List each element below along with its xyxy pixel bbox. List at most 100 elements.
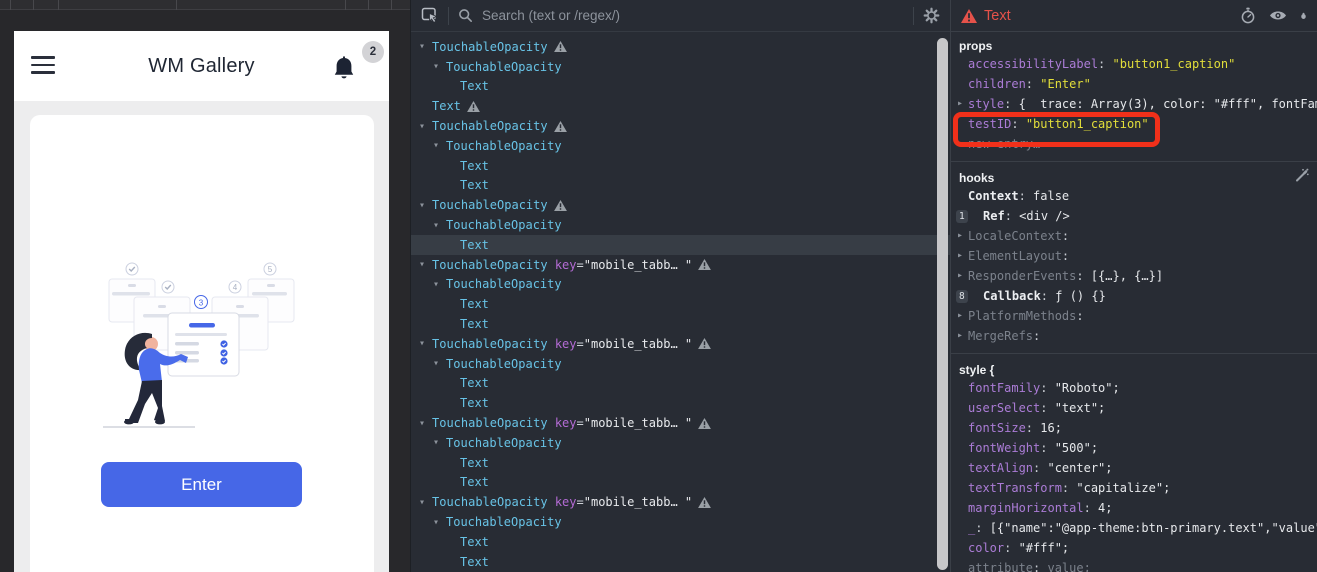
- hook-row[interactable]: Context: false: [951, 186, 1317, 206]
- prop-row[interactable]: testID: "button1_caption": [951, 114, 1317, 134]
- tree-row[interactable]: Text: [411, 96, 950, 116]
- profiler-timer-icon[interactable]: [1240, 7, 1256, 24]
- style-row[interactable]: marginHorizontal: 4;: [951, 498, 1317, 518]
- style-value[interactable]: "text";: [1055, 401, 1106, 415]
- tree-row[interactable]: Text: [411, 453, 950, 473]
- style-row[interactable]: userSelect: "text";: [951, 398, 1317, 418]
- style-value[interactable]: "500";: [1055, 441, 1098, 455]
- tree-row[interactable]: ▾TouchableOpacity: [411, 512, 950, 532]
- hook-row[interactable]: ▸ElementLayout:: [951, 246, 1317, 266]
- prop-key[interactable]: new entry…: [968, 137, 1040, 151]
- tree-row[interactable]: Text: [411, 294, 950, 314]
- expand-caret-icon[interactable]: ▾: [419, 259, 432, 270]
- expand-caret-icon[interactable]: ▾: [419, 418, 432, 429]
- expand-caret-icon[interactable]: ▾: [419, 41, 432, 52]
- prop-key[interactable]: accessibilityLabel: [968, 57, 1098, 71]
- tree-row[interactable]: ▾TouchableOpacity: [411, 37, 950, 57]
- style-key[interactable]: attribute: [968, 561, 1033, 572]
- collapse-caret-icon[interactable]: ▸: [957, 266, 963, 286]
- hook-value[interactable]: false: [1033, 189, 1069, 203]
- expand-caret-icon[interactable]: ▾: [433, 437, 446, 448]
- tree-row[interactable]: Text: [411, 77, 950, 97]
- tree-row[interactable]: Text: [411, 552, 950, 572]
- tree-row[interactable]: ▾TouchableOpacity: [411, 354, 950, 374]
- hook-value[interactable]: <div />: [1019, 209, 1070, 223]
- style-value[interactable]: "#fff";: [1019, 541, 1070, 555]
- tree-row[interactable]: ▾TouchableOpacity: [411, 136, 950, 156]
- hook-name[interactable]: Context: [968, 189, 1019, 203]
- expand-caret-icon[interactable]: ▾: [433, 61, 446, 72]
- style-key[interactable]: userSelect: [968, 401, 1040, 415]
- tree-row[interactable]: ▾TouchableOpacity: [411, 57, 950, 77]
- style-value[interactable]: "center";: [1047, 461, 1112, 475]
- hook-row[interactable]: ▸MergeRefs:: [951, 326, 1317, 346]
- expand-caret-icon[interactable]: ▾: [433, 220, 446, 231]
- hook-name[interactable]: Ref: [983, 209, 1005, 223]
- tree-row[interactable]: ▾TouchableOpacity key="mobile_tabb… ": [411, 413, 950, 433]
- style-value[interactable]: "capitalize";: [1076, 481, 1170, 495]
- prop-key[interactable]: testID: [968, 117, 1011, 131]
- style-row[interactable]: fontWeight: "500";: [951, 438, 1317, 458]
- collapse-caret-icon[interactable]: ▸: [957, 326, 963, 346]
- prop-row[interactable]: children: "Enter": [951, 74, 1317, 94]
- expand-caret-icon[interactable]: ▾: [433, 517, 446, 528]
- style-value[interactable]: value;: [1047, 561, 1090, 572]
- style-value[interactable]: "Roboto";: [1055, 381, 1120, 395]
- style-key[interactable]: color: [968, 541, 1004, 555]
- debug-bug-icon[interactable]: [1300, 9, 1307, 23]
- search-input[interactable]: Search (text or /regex/): [482, 8, 904, 23]
- settings-gear-icon[interactable]: [923, 7, 940, 24]
- style-row[interactable]: textAlign: "center";: [951, 458, 1317, 478]
- expand-caret-icon[interactable]: ▾: [419, 338, 432, 349]
- tree-row[interactable]: ▾TouchableOpacity: [411, 195, 950, 215]
- tree-row[interactable]: Text: [411, 176, 950, 196]
- style-value[interactable]: 16;: [1040, 421, 1062, 435]
- tree-row[interactable]: Text: [411, 393, 950, 413]
- tree-row[interactable]: ▾TouchableOpacity: [411, 116, 950, 136]
- prop-key[interactable]: children: [968, 77, 1026, 91]
- hook-row[interactable]: 1Ref: <div />: [951, 206, 1317, 226]
- hook-name[interactable]: LocaleContext: [968, 229, 1062, 243]
- tree-row[interactable]: ▾TouchableOpacity key="mobile_tabb… ": [411, 334, 950, 354]
- hook-row[interactable]: ▸ResponderEvents: [{…}, {…}]: [951, 266, 1317, 286]
- style-key[interactable]: fontFamily: [968, 381, 1040, 395]
- style-key[interactable]: textAlign: [968, 461, 1033, 475]
- tree-row[interactable]: ▾TouchableOpacity key="mobile_tabb… ": [411, 492, 950, 512]
- tree-row[interactable]: Text: [411, 473, 950, 493]
- style-value[interactable]: 4;: [1098, 501, 1112, 515]
- prop-row[interactable]: ▸style: { trace: Array(3), color: "#fff"…: [951, 94, 1317, 114]
- expand-caret-icon[interactable]: ▾: [419, 121, 432, 132]
- hook-name[interactable]: ElementLayout: [968, 249, 1062, 263]
- style-row[interactable]: _: [{"name":"@app-theme:btn-primary.text…: [951, 518, 1317, 538]
- style-row[interactable]: fontSize: 16;: [951, 418, 1317, 438]
- expand-caret-icon[interactable]: ▾: [433, 358, 446, 369]
- tree-row[interactable]: ▾TouchableOpacity: [411, 275, 950, 295]
- style-row[interactable]: fontFamily: "Roboto";: [951, 378, 1317, 398]
- prop-row[interactable]: new entry…: [951, 134, 1317, 154]
- expand-caret-icon[interactable]: ▾: [419, 497, 432, 508]
- collapse-caret-icon[interactable]: ▸: [957, 306, 963, 326]
- menu-icon[interactable]: [31, 56, 55, 76]
- style-value[interactable]: [{"name":"@app-theme:btn-primary.text","…: [990, 521, 1317, 535]
- enter-button[interactable]: Enter: [101, 462, 302, 507]
- hook-value[interactable]: ƒ () {}: [1055, 289, 1106, 303]
- style-row[interactable]: textTransform: "capitalize";: [951, 478, 1317, 498]
- style-key[interactable]: marginHorizontal: [968, 501, 1084, 515]
- collapse-caret-icon[interactable]: ▸: [957, 94, 963, 114]
- collapse-caret-icon[interactable]: ▸: [957, 226, 963, 246]
- tree-row[interactable]: Text: [411, 156, 950, 176]
- hook-name[interactable]: Callback: [983, 289, 1041, 303]
- style-row[interactable]: color: "#fff";: [951, 538, 1317, 558]
- prop-row[interactable]: accessibilityLabel: "button1_caption": [951, 54, 1317, 74]
- tree-row[interactable]: Text: [411, 374, 950, 394]
- inspect-element-icon[interactable]: [421, 7, 439, 24]
- prop-value[interactable]: "button1_caption": [1113, 57, 1236, 71]
- style-key[interactable]: fontSize: [968, 421, 1026, 435]
- hook-value[interactable]: [{…}, {…}]: [1091, 269, 1163, 283]
- tree-row[interactable]: ▾TouchableOpacity key="mobile_tabb… ": [411, 255, 950, 275]
- tree-row[interactable]: ▾TouchableOpacity: [411, 215, 950, 235]
- expand-caret-icon[interactable]: ▾: [433, 140, 446, 151]
- expand-caret-icon[interactable]: ▾: [433, 279, 446, 290]
- tree-row[interactable]: Text: [411, 532, 950, 552]
- tree-row[interactable]: Text: [411, 314, 950, 334]
